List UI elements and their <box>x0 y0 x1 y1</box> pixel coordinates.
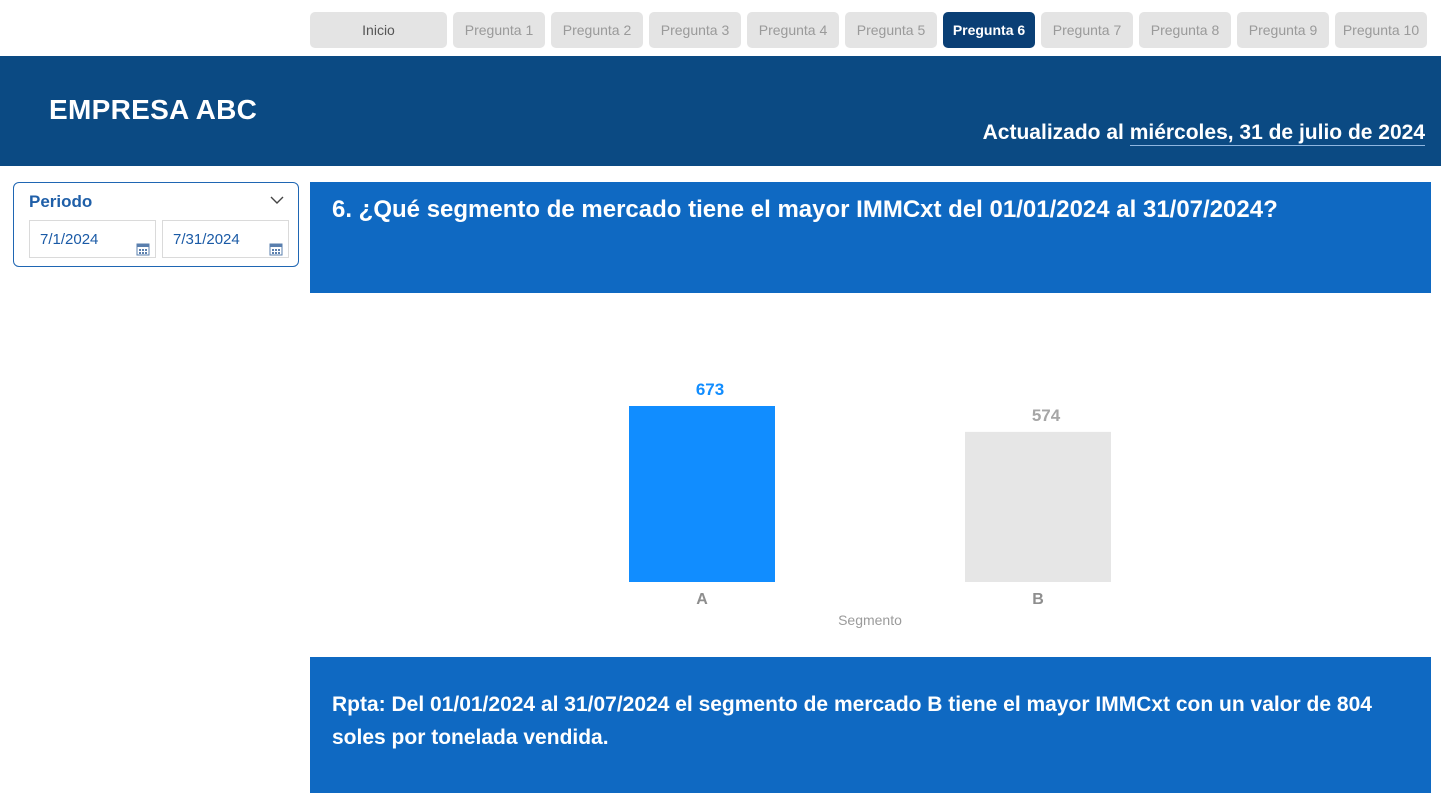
answer-panel: Rpta: Del 01/01/2024 al 31/07/2024 el se… <box>310 657 1431 793</box>
nav-button-inicio[interactable]: Inicio <box>310 12 447 48</box>
data-label-b: 574 <box>1032 406 1061 425</box>
nav-button-pregunta-4[interactable]: Pregunta 4 <box>747 12 839 48</box>
x-tick-label-a: A <box>696 591 708 608</box>
question-panel: 6. ¿Qué segmento de mercado tiene el may… <box>310 182 1431 293</box>
chevron-down-icon[interactable] <box>270 192 284 210</box>
bar-chart-svg: 673 A 574 B Segmento <box>629 380 1111 628</box>
x-tick-label-b: B <box>1032 591 1044 608</box>
company-title: EMPRESA ABC <box>49 94 258 125</box>
period-slicer: Periodo 7/1/2024 7/31/2024 <box>13 182 299 267</box>
x-axis-title: Segmento <box>838 612 902 628</box>
nav-button-pregunta-8[interactable]: Pregunta 8 <box>1139 12 1231 48</box>
data-label-a: 673 <box>696 380 724 399</box>
header-banner: EMPRESA ABC Actualizado al miércoles, 31… <box>0 56 1441 166</box>
updated-prefix: Actualizado al <box>982 121 1124 144</box>
nav-button-pregunta-2[interactable]: Pregunta 2 <box>551 12 643 48</box>
nav-button-pregunta-3[interactable]: Pregunta 3 <box>649 12 741 48</box>
bar-a <box>629 406 775 582</box>
period-end-value: 7/31/2024 <box>173 231 240 248</box>
updated-date: miércoles, 31 de julio de 2024 <box>1129 121 1425 146</box>
nav-button-pregunta-6[interactable]: Pregunta 6 <box>943 12 1035 48</box>
period-start-input[interactable]: 7/1/2024 <box>29 220 156 258</box>
answer-text: Rpta: Del 01/01/2024 al 31/07/2024 el se… <box>332 693 1372 749</box>
question-text: 6. ¿Qué segmento de mercado tiene el may… <box>332 196 1278 223</box>
period-label: Periodo <box>29 192 93 211</box>
calendar-icon[interactable] <box>269 233 283 271</box>
nav-button-pregunta-10[interactable]: Pregunta 10 <box>1335 12 1427 48</box>
nav-button-pregunta-5[interactable]: Pregunta 5 <box>845 12 937 48</box>
period-end-input[interactable]: 7/31/2024 <box>162 220 289 258</box>
updated-label: Actualizado al miércoles, 31 de julio de… <box>982 121 1425 146</box>
nav-button-pregunta-9[interactable]: Pregunta 9 <box>1237 12 1329 48</box>
calendar-icon[interactable] <box>136 233 150 271</box>
question-nav: Inicio Pregunta 1 Pregunta 2 Pregunta 3 … <box>310 12 1427 48</box>
nav-button-pregunta-1[interactable]: Pregunta 1 <box>453 12 545 48</box>
bar-b <box>965 431 1111 582</box>
nav-button-pregunta-7[interactable]: Pregunta 7 <box>1041 12 1133 48</box>
segment-bar-chart: 673 A 574 B Segmento <box>310 300 1431 645</box>
period-start-value: 7/1/2024 <box>40 231 99 248</box>
